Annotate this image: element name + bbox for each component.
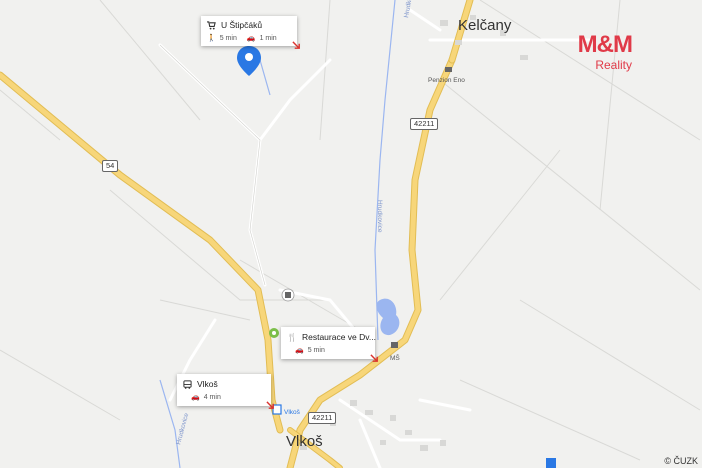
poi-card-stipcaku[interactable]: U Štipčáků 🚶 5 min 🚗 1 min xyxy=(201,16,300,49)
restaurant-icon: 🍴 xyxy=(287,332,297,342)
road-shield-42211-north: 42211 xyxy=(410,118,439,130)
car-icon: 🚗 xyxy=(295,347,304,354)
walk-icon: 🚶 xyxy=(207,35,216,42)
logo-sub: Reality xyxy=(595,58,632,72)
stream-hrudkovice-label-south: Hrudkovice xyxy=(175,412,190,446)
poi-title-row: 🍴 Restaurace ve Dv... xyxy=(287,332,376,342)
attribution: © ČUZK xyxy=(664,456,698,466)
location-pin-icon[interactable] xyxy=(237,46,261,76)
arrow-icon[interactable] xyxy=(370,354,379,363)
monument-icon xyxy=(281,288,295,302)
minor-roads-outline xyxy=(159,44,266,286)
brand-logo: M&M Reality xyxy=(560,31,633,73)
stream-hrudkovice-label-north: Hrudkovice xyxy=(403,0,416,18)
poi-title-row: U Štipčáků xyxy=(207,20,291,30)
poi-times: 🚶 5 min 🚗 1 min xyxy=(207,34,291,43)
poi-card-vlkos-bus[interactable]: Vlkoš 🚗 4 min xyxy=(177,374,274,409)
park-icon xyxy=(269,328,279,338)
school-icon xyxy=(391,342,398,348)
stream-hrudkovice-label: Hrudkovice xyxy=(376,200,383,233)
poi-title: Restaurace ve Dv... xyxy=(301,332,376,342)
ms-label: MŠ xyxy=(390,353,400,362)
car-time: 5 min xyxy=(307,346,325,354)
pond xyxy=(376,298,400,336)
town-label-vlkos: Vlkoš xyxy=(286,433,323,450)
poi-title-row: Vlkoš xyxy=(183,379,265,389)
road-shield-54: 54 xyxy=(102,160,119,172)
penzion-label: Penzion Eno xyxy=(428,77,465,84)
bus-stop-label: Vlkoš xyxy=(284,409,301,416)
car-icon: 🚗 xyxy=(191,394,200,401)
cart-icon xyxy=(207,20,216,30)
poi-card-restaurace[interactable]: 🍴 Restaurace ve Dv... 🚗 5 min xyxy=(281,327,378,362)
poi-times: 🚗 4 min xyxy=(183,393,265,402)
logo-main: M&M xyxy=(577,31,633,58)
poi-title: U Štipčáků xyxy=(221,20,263,30)
walk-time: 5 min xyxy=(219,34,237,42)
hotel-icon xyxy=(445,67,452,72)
car-time: 4 min xyxy=(203,393,221,401)
town-label-kelcany: Kelčany xyxy=(458,17,512,34)
poi-title: Vlkoš xyxy=(197,379,218,389)
car-time: 1 min xyxy=(259,34,277,42)
arrow-icon[interactable] xyxy=(266,401,275,410)
bus-icon xyxy=(183,379,192,389)
road-shield-42211-south: 42211 xyxy=(308,412,337,424)
car-icon: 🚗 xyxy=(246,35,256,42)
poi-times: 🚗 5 min xyxy=(287,346,369,355)
arrow-icon[interactable] xyxy=(292,41,301,50)
parking-icon xyxy=(546,458,556,468)
